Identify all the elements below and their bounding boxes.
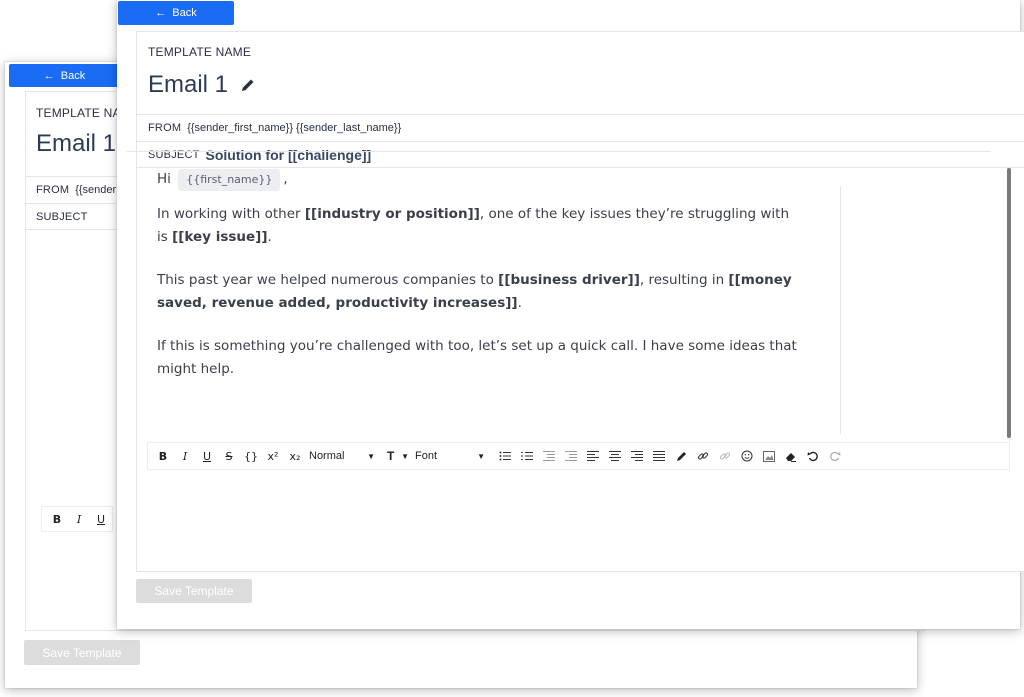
bold-button[interactable]: B <box>46 508 68 530</box>
subject-label: SUBJECT <box>36 210 88 223</box>
p1-period: . <box>267 229 272 245</box>
paragraph-1: In working with other [[industry or posi… <box>157 203 797 249</box>
font-select-value: Font <box>415 450 438 462</box>
outdent-icon[interactable] <box>538 445 560 467</box>
back-button[interactable]: ← Back <box>118 1 234 25</box>
p1-industry-placeholder: [[industry or position]] <box>304 206 480 222</box>
greeting-comma: , <box>283 171 288 187</box>
text-size-select[interactable]: T ▼ <box>384 445 412 467</box>
greeting-line: Hi {{first_name}}, <box>157 168 797 191</box>
caret-down-icon: ▼ <box>477 451 485 461</box>
align-center-icon[interactable] <box>604 445 626 467</box>
size-select[interactable]: Normal ▼ <box>306 445 378 467</box>
editor-toolbar: B I U <box>41 506 113 532</box>
p3-text: If this is something you’re challenged w… <box>157 338 797 377</box>
bullet-list-icon[interactable] <box>494 445 516 467</box>
back-button-label: Back <box>60 69 86 82</box>
subscript-button[interactable]: x₂ <box>284 445 306 467</box>
link-icon[interactable] <box>692 445 714 467</box>
unlink-icon[interactable] <box>714 445 736 467</box>
template-title: Email 1 <box>148 71 256 99</box>
pen-icon[interactable] <box>670 445 692 467</box>
indent-icon[interactable] <box>560 445 582 467</box>
front-window: ← Back TEMPLATE NAME Email 1 FROM {{send… <box>117 0 1024 629</box>
template-name-label: TEMPLATE NAME <box>148 45 252 59</box>
paragraph-2: This past year we helped numerous compan… <box>157 269 797 315</box>
template-title-text: Email 1 <box>148 71 229 98</box>
save-template-button[interactable]: Save Template <box>136 579 252 603</box>
superscript-button[interactable]: x² <box>262 445 284 467</box>
italic-button[interactable]: I <box>68 508 90 530</box>
template-title: Email 1 <box>36 130 116 158</box>
strikethrough-button[interactable]: S <box>218 445 240 467</box>
greeting-text: Hi <box>157 171 171 187</box>
numbered-list-icon[interactable] <box>516 445 538 467</box>
align-justify-icon[interactable] <box>648 445 670 467</box>
first-name-token[interactable]: {{first_name}} <box>178 169 281 191</box>
arrow-left-icon: ← <box>155 7 167 19</box>
p2-text: , resulting in <box>639 272 729 288</box>
editor-scrollbar-thumb[interactable] <box>1007 168 1011 438</box>
arrow-left-icon: ← <box>43 69 55 82</box>
p2-period: . <box>517 295 522 311</box>
size-select-value: Normal <box>309 450 345 462</box>
p1-text: In working with other <box>157 206 305 222</box>
underline-button[interactable]: U <box>90 508 112 530</box>
back-button-label: Back <box>172 7 197 19</box>
back-button[interactable]: ← Back <box>9 64 120 87</box>
email-body-editor[interactable]: Hi {{first_name}}, In working with other… <box>127 151 991 409</box>
p1-key-issue-placeholder: [[key issue]] <box>172 229 268 245</box>
pencil-icon[interactable] <box>240 77 256 93</box>
undo-icon[interactable] <box>802 445 824 467</box>
from-value: {{sender <box>75 184 117 196</box>
text-size-icon: T <box>387 449 395 463</box>
p2-text: This past year we helped numerous compan… <box>157 272 499 288</box>
underline-button[interactable]: U <box>196 445 218 467</box>
caret-down-icon: ▼ <box>401 451 409 461</box>
align-right-icon[interactable] <box>626 445 648 467</box>
from-row: FROM {{sender_first_name}} {{sender_last… <box>137 114 1024 141</box>
p2-business-driver-placeholder: [[business driver]] <box>498 272 640 288</box>
code-button[interactable]: {} <box>240 445 262 467</box>
from-label: FROM <box>148 122 182 134</box>
template-title-text: Email 1 <box>36 130 117 157</box>
from-label: FROM <box>36 184 70 196</box>
editor-toolbar: B I U S {} x² x₂ Normal ▼ T ▼ Font ▼ <box>147 442 1010 470</box>
from-value: {{sender_first_name}} {{sender_last_name… <box>187 122 402 134</box>
eraser-icon[interactable] <box>780 445 802 467</box>
save-template-button[interactable]: Save Template <box>24 640 140 665</box>
template-name-label: TEMPLATE NA <box>36 106 121 120</box>
image-icon[interactable] <box>758 445 780 467</box>
editor-divider <box>840 186 841 434</box>
italic-button[interactable]: I <box>174 445 196 467</box>
font-select[interactable]: Font ▼ <box>412 445 488 467</box>
bold-button[interactable]: B <box>152 445 174 467</box>
redo-icon[interactable] <box>824 445 846 467</box>
align-left-icon[interactable] <box>582 445 604 467</box>
email-body[interactable]: Hi {{first_name}}, In working with other… <box>157 168 797 401</box>
caret-down-icon: ▼ <box>367 451 375 461</box>
emoji-icon[interactable] <box>736 445 758 467</box>
paragraph-3: If this is something you’re challenged w… <box>157 335 797 381</box>
